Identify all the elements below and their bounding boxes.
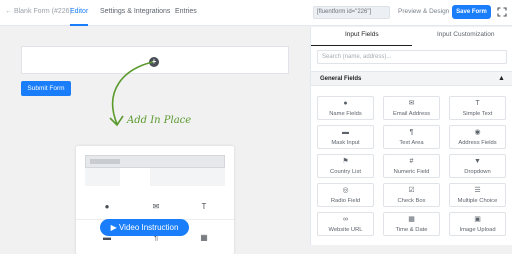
add-in-place-hint: Add In Place	[127, 115, 192, 126]
play-circle-icon: ▶	[110, 223, 117, 232]
calendar-icon: ▦	[408, 216, 415, 223]
tab-input-fields[interactable]: Input Fields	[345, 31, 379, 38]
tab-settings-integrations[interactable]: Settings & Integrations	[100, 8, 170, 15]
list-icon: ☰	[474, 187, 481, 194]
pin-icon: ◉	[474, 129, 481, 136]
image-icon: ▣	[474, 216, 481, 223]
form-canvas: + Submit Form Add In Place ● ✉ T ▬ ¶ ▦	[0, 27, 310, 254]
tab-editor[interactable]: Editor	[70, 8, 88, 15]
tab-entries[interactable]: Entries	[175, 8, 197, 15]
field-check-box[interactable]: ☑ Check Box	[383, 183, 440, 207]
mock-row	[85, 168, 225, 186]
breadcrumb[interactable]: ← Blank Form (#226)	[5, 8, 72, 15]
field-numeric-field[interactable]: # Numeric Field	[383, 154, 440, 178]
tab-input-customization[interactable]: Input Customization	[437, 31, 494, 38]
field-time-date[interactable]: ▦ Time & Date	[383, 212, 440, 236]
flag-icon: ⚑	[342, 158, 349, 165]
group-title: General Fields	[320, 76, 362, 82]
mask-icon: ▬	[342, 129, 349, 136]
field-mask-input[interactable]: ▬ Mask Input	[317, 125, 374, 149]
field-multiple-choice[interactable]: ☰ Multiple Choice	[449, 183, 506, 207]
general-fields-group[interactable]: General Fields ▲	[311, 71, 512, 86]
field-website-url[interactable]: ∞ Website URL	[317, 212, 374, 236]
dropdown-icon: ▼	[474, 158, 481, 165]
textarea-icon: ¶	[409, 129, 414, 136]
field-address-fields[interactable]: ◉ Address Fields	[449, 125, 506, 149]
radio-icon: ◎	[342, 187, 349, 194]
video-preview-card: ● ✉ T ▬ ¶ ▦	[76, 146, 234, 254]
save-form-button[interactable]: Save Form	[452, 5, 491, 19]
submit-form-button[interactable]: Submit Form	[21, 81, 71, 96]
chevron-up-icon[interactable]: ▲	[498, 75, 505, 82]
field-dropdown[interactable]: ▼ Dropdown	[449, 154, 506, 178]
card-icon: ▦	[200, 233, 208, 242]
field-image-upload[interactable]: ▣ Image Upload	[449, 212, 506, 236]
field-country-list[interactable]: ⚑ Country List	[317, 154, 374, 178]
arrow-icon	[109, 61, 154, 127]
field-search-input[interactable]: Search (name, address)...	[317, 50, 507, 64]
mock-cell	[120, 168, 150, 186]
user-icon: ●	[343, 100, 348, 107]
active-tab-indicator	[70, 24, 88, 26]
text-icon: T	[201, 202, 207, 211]
field-text-area[interactable]: ¶ Text Area	[383, 125, 440, 149]
video-instruction-button[interactable]: ▶ Video Instruction	[100, 219, 189, 236]
shortcode-field[interactable]: [fluentform id="226"]	[313, 6, 390, 19]
checkbox-icon: ☑	[408, 187, 415, 194]
mock-input	[85, 155, 225, 168]
top-bar: ← Blank Form (#226) Editor Settings & In…	[0, 0, 512, 26]
link-icon: ∞	[343, 216, 348, 223]
field-simple-text[interactable]: T Simple Text	[449, 96, 506, 120]
user-icon: ●	[104, 202, 110, 211]
fullscreen-icon[interactable]	[497, 7, 507, 17]
envelope-icon: ✉	[152, 202, 160, 211]
hash-icon: #	[409, 158, 414, 165]
field-radio-field[interactable]: ◎ Radio Field	[317, 183, 374, 207]
preview-design-link[interactable]: Preview & Design	[398, 8, 449, 15]
video-instruction-label: Video Instruction	[118, 223, 179, 232]
field-sidebar: Input Fields Input Customization Search …	[310, 27, 512, 245]
field-name-fields[interactable]: ● Name Fields	[317, 96, 374, 120]
field-email-address[interactable]: ✉ Email Address	[383, 96, 440, 120]
active-tab-indicator	[311, 45, 412, 46]
envelope-icon: ✉	[408, 100, 415, 107]
text-icon: T	[475, 100, 480, 107]
